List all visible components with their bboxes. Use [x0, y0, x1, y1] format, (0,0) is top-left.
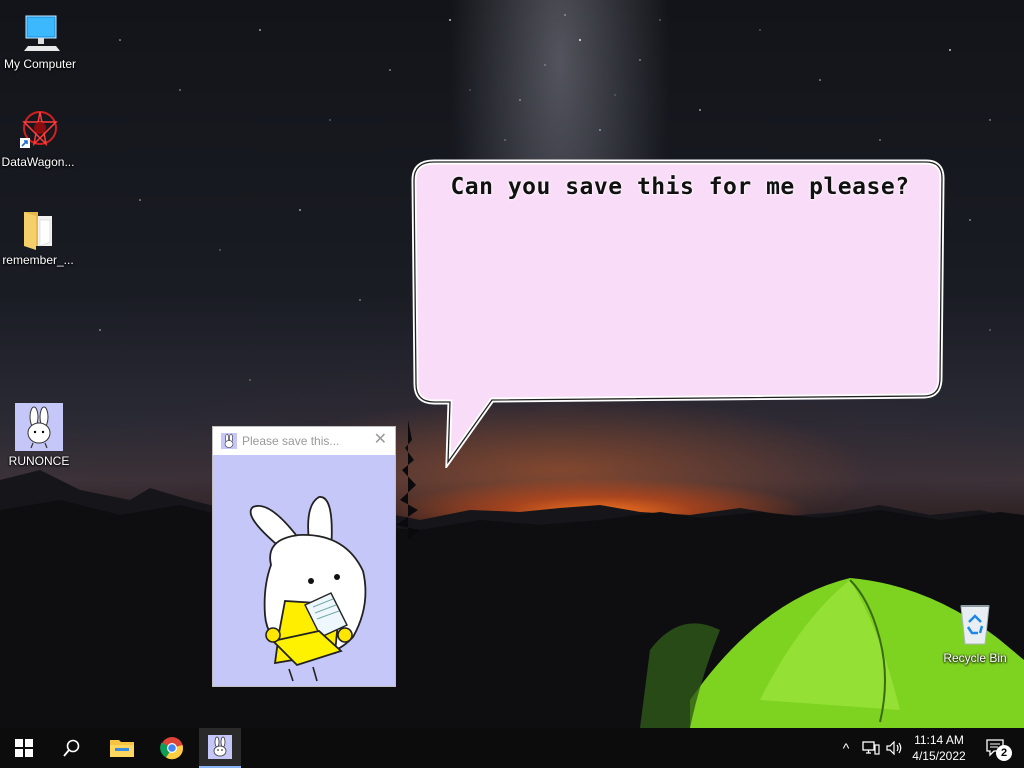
window-titlebar[interactable]: Please save this... ✕ — [213, 427, 395, 455]
taskbar-chrome[interactable] — [148, 728, 196, 768]
volume-icon — [886, 741, 902, 755]
tray-clock[interactable]: 11:14 AM 4/15/2022 — [906, 728, 972, 768]
datawagon-shortcut-icon — [20, 111, 58, 148]
taskbar-runonce-app[interactable] — [199, 728, 241, 768]
desktop: My Computer DataWagon... remember_... RU… — [0, 0, 1024, 728]
clock-date: 4/15/2022 — [912, 749, 966, 763]
folder-icon — [24, 212, 52, 250]
tray-volume[interactable] — [884, 728, 906, 768]
tray-network[interactable] — [860, 728, 882, 768]
desktop-icon-label: My Computer — [3, 57, 77, 71]
computer-icon — [24, 15, 60, 51]
windows-start-icon — [15, 739, 33, 757]
speech-bubble: Can you save this for me please? — [410, 156, 950, 471]
search-icon — [63, 739, 80, 757]
desktop-icon-label: RUNONCE — [8, 454, 70, 468]
window-title: Please save this... — [242, 434, 340, 448]
speech-bubble-shape — [411, 159, 945, 471]
network-icon — [862, 741, 880, 755]
bunny-app-icon — [15, 403, 63, 451]
tray-overflow-chevron[interactable]: ^ — [836, 728, 856, 768]
desktop-icon-datawagon[interactable]: DataWagon... — [0, 108, 76, 169]
close-button[interactable]: ✕ — [374, 431, 387, 449]
desktop-icon-label: remember_... — [2, 253, 74, 267]
clock-time: 11:14 AM — [914, 733, 964, 747]
start-button[interactable] — [0, 728, 48, 768]
desktop-icon-label: DataWagon... — [1, 155, 75, 169]
desktop-icon-my-computer[interactable]: My Computer — [2, 10, 78, 71]
bunny-app-icon — [221, 433, 237, 449]
chrome-icon — [160, 737, 184, 760]
please-save-window[interactable]: Please save this... ✕ — [212, 426, 396, 687]
notification-center-button[interactable]: 2 — [976, 728, 1016, 768]
chevron-up-icon: ^ — [842, 740, 850, 756]
bunny-app-icon — [208, 735, 232, 759]
desktop-icon-remember-folder[interactable]: remember_... — [0, 206, 76, 267]
speech-bubble-text: Can you save this for me please? — [450, 174, 910, 200]
taskbar: ^ 11:14 AM 4/15/2022 2 — [0, 728, 1024, 768]
recycle-bin-icon — [960, 605, 990, 645]
desktop-icon-recycle-bin[interactable]: Recycle Bin — [937, 600, 1013, 665]
search-button[interactable] — [48, 728, 96, 768]
file-explorer-icon — [110, 740, 134, 757]
taskbar-file-explorer[interactable] — [98, 728, 146, 768]
notification-count-badge: 2 — [996, 745, 1012, 761]
desktop-icon-label: Recycle Bin — [943, 651, 1007, 665]
desktop-icon-runonce[interactable]: RUNONCE — [1, 403, 77, 468]
bunny-holding-folder-image — [249, 496, 367, 682]
